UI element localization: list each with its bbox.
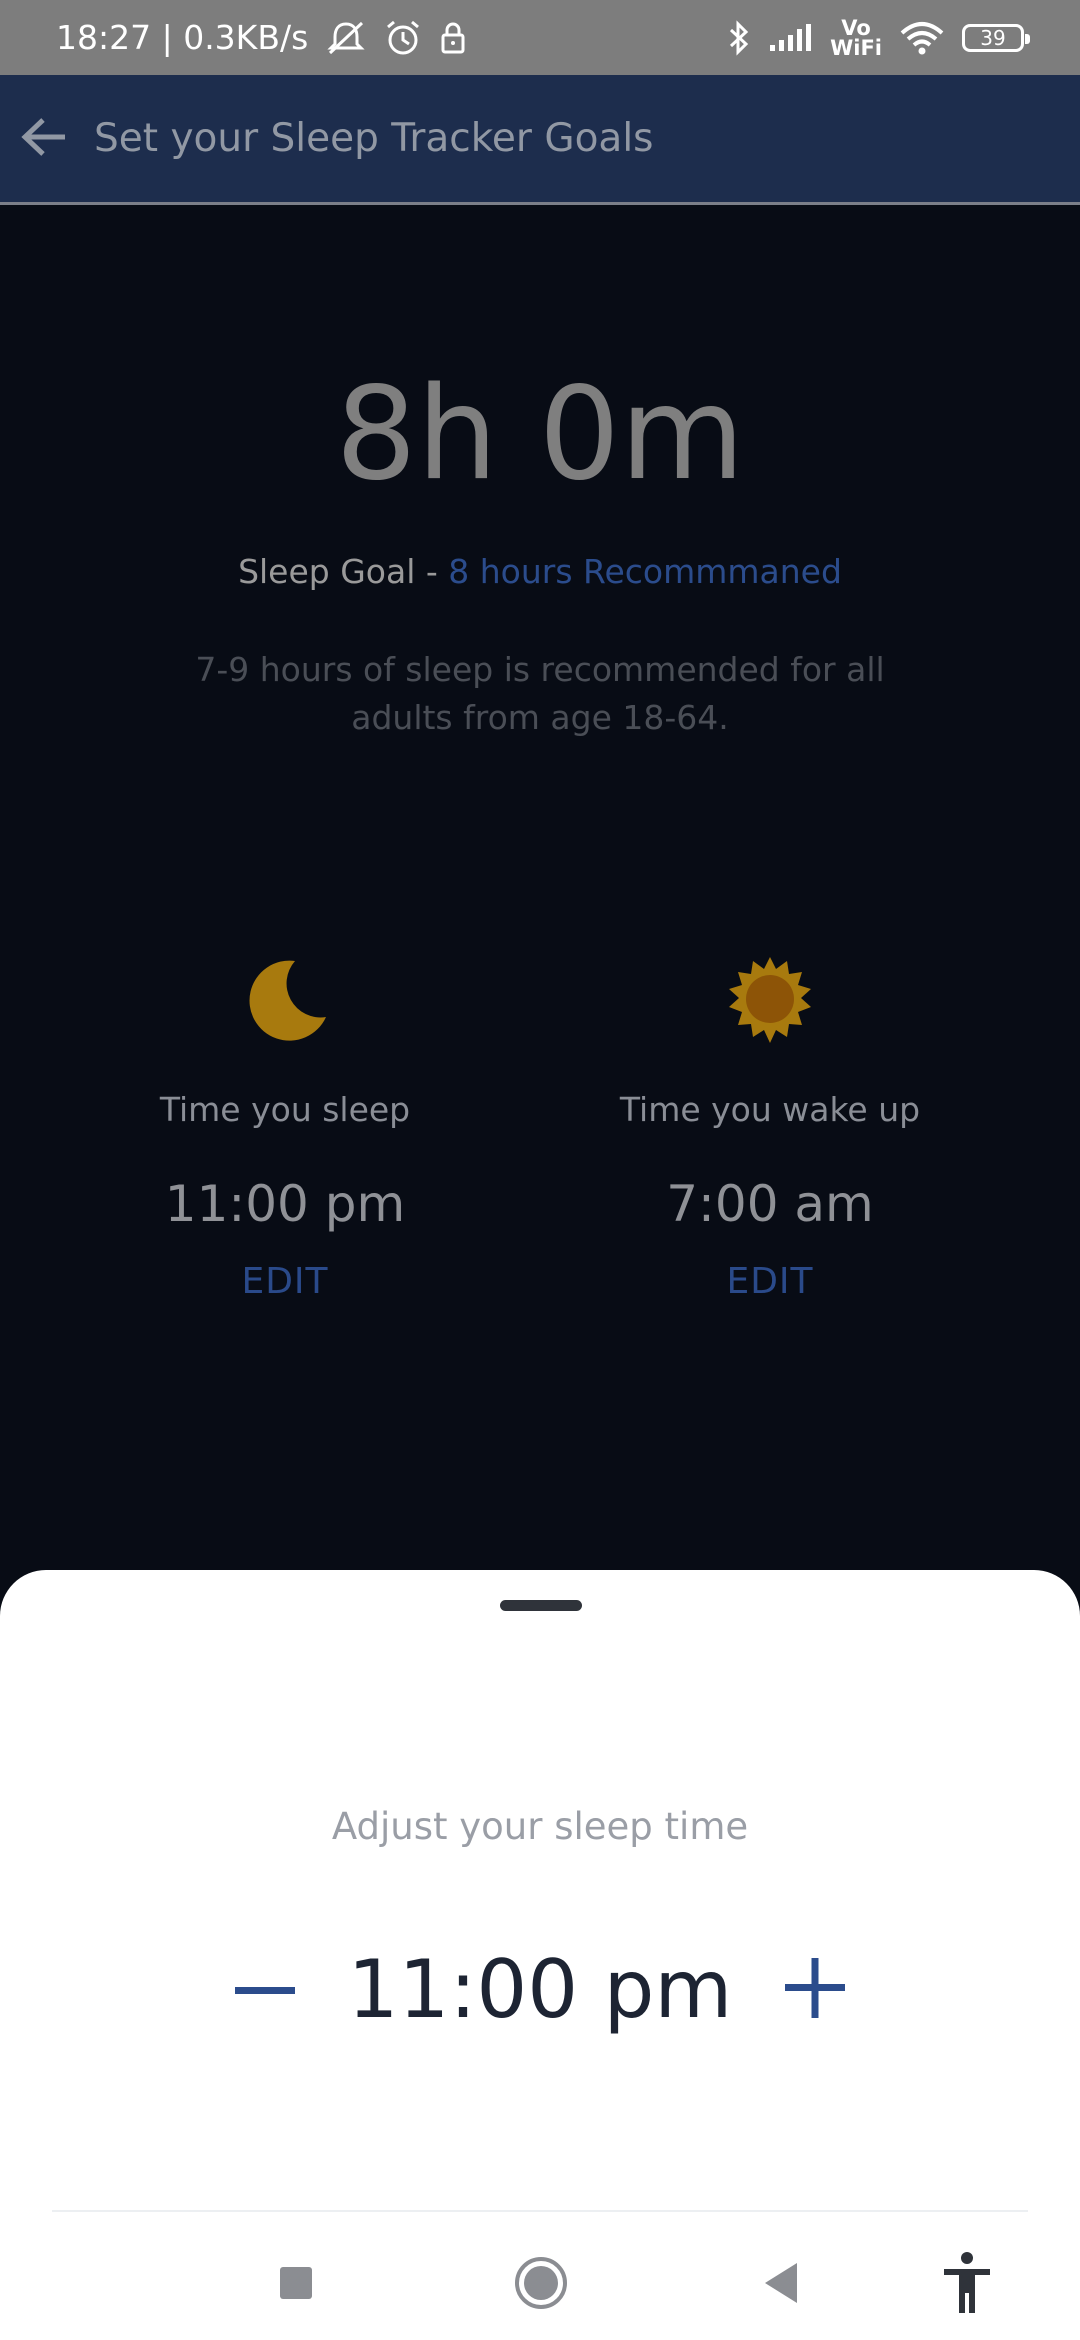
status-bar: 18:27 | 0.3KB/s Vo WiFi 39 <box>0 0 1080 75</box>
back-nav-button[interactable] <box>726 2230 836 2340</box>
app-bar: Set your Sleep Tracker Goals <box>0 75 1080 205</box>
battery-icon: 39 <box>962 23 1030 52</box>
battery-level: 39 <box>980 25 1006 50</box>
sleep-goal-recommendation: 8 hours Recommmaned <box>448 552 842 591</box>
sleep-goal-label: Sleep Goal - <box>238 552 449 591</box>
wake-time-section: Time you wake up 7:00 am EDIT <box>570 950 970 1302</box>
time-stepper: 11:00 pm <box>0 1930 1080 2050</box>
back-icon <box>761 2261 801 2309</box>
page-title: Set your Sleep Tracker Goals <box>94 116 654 161</box>
adjust-time-sheet: Adjust your sleep time 11:00 pm <box>0 1570 1080 2340</box>
moon-icon <box>85 950 485 1050</box>
sleep-time-stepper-value: 11:00 pm <box>347 1943 733 2036</box>
divider <box>52 2210 1028 2212</box>
wake-time-value: 7:00 am <box>666 1175 874 1233</box>
wake-time-label: Time you wake up <box>619 1090 921 1129</box>
plus-icon <box>785 1958 845 2022</box>
edit-wake-time-button[interactable]: EDIT <box>570 1261 970 1302</box>
recents-icon <box>278 2265 314 2305</box>
recents-button[interactable] <box>241 2230 351 2340</box>
sleep-time-value: 11:00 pm <box>164 1175 406 1233</box>
lock-icon <box>440 21 466 55</box>
sleep-description: 7-9 hours of sleep is recommended for al… <box>195 650 885 737</box>
sun-icon <box>570 950 970 1050</box>
vowifi-icon: Vo WiFi <box>830 15 882 60</box>
home-button[interactable] <box>486 2230 596 2340</box>
signal-icon <box>768 23 812 53</box>
increase-time-button[interactable] <box>775 1950 855 2030</box>
wifi-icon <box>900 21 944 55</box>
sheet-title: Adjust your sleep time <box>331 1805 749 1848</box>
sleep-goal: Sleep Goal - 8 hours Recommmaned <box>0 552 1080 591</box>
sleep-duration: 8h 0m <box>335 360 745 509</box>
edit-sleep-time-button[interactable]: EDIT <box>85 1261 485 1302</box>
accessibility-button[interactable] <box>912 2230 1022 2340</box>
sheet-drag-handle[interactable] <box>500 1600 582 1611</box>
home-icon <box>513 2255 569 2315</box>
status-time: 18:27 | 0.3KB/s <box>56 18 309 57</box>
sleep-time-section: Time you sleep 11:00 pm EDIT <box>85 950 485 1302</box>
system-navigation-bar <box>0 2230 1080 2340</box>
alarm-icon <box>384 19 422 57</box>
bluetooth-icon <box>728 19 750 56</box>
arrow-back-icon <box>21 117 69 161</box>
sleep-time-label: Time you sleep <box>159 1090 411 1129</box>
mute-icon <box>326 20 366 56</box>
back-button[interactable] <box>0 74 90 204</box>
accessibility-icon <box>940 2251 994 2319</box>
